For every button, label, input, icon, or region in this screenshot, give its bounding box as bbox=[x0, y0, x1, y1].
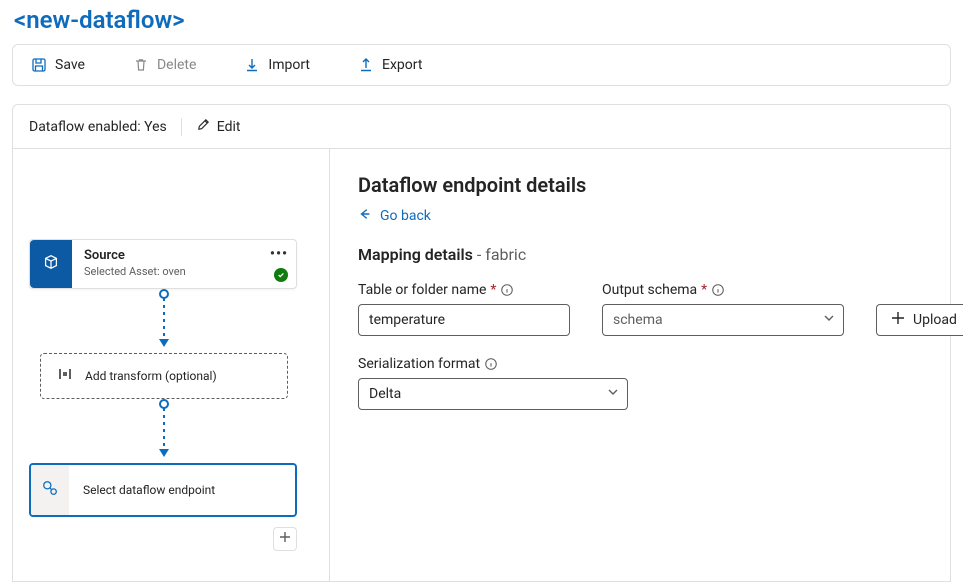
status-ok-icon bbox=[274, 268, 288, 282]
required-indicator: * bbox=[490, 282, 496, 298]
table-name-input[interactable] bbox=[358, 304, 570, 336]
info-icon[interactable] bbox=[500, 283, 514, 297]
plus-icon bbox=[279, 531, 291, 547]
save-label: Save bbox=[55, 57, 85, 73]
schema-placeholder: schema bbox=[613, 312, 663, 328]
dataflow-enabled-label: Dataflow enabled: Yes bbox=[29, 119, 167, 135]
destination-chip bbox=[31, 465, 69, 515]
dataflow-title: <new-dataflow> bbox=[14, 6, 951, 34]
format-value: Delta bbox=[369, 386, 401, 402]
import-button[interactable]: Import bbox=[234, 51, 320, 79]
save-icon bbox=[31, 57, 47, 73]
details-panel: Dataflow endpoint details Go back Mappin… bbox=[330, 149, 963, 581]
connector bbox=[29, 289, 299, 353]
destination-node[interactable]: Select dataflow endpoint bbox=[29, 463, 297, 517]
export-label: Export bbox=[382, 57, 422, 73]
endpoint-icon bbox=[41, 479, 59, 501]
info-icon[interactable] bbox=[484, 357, 498, 371]
mapping-details-sub: - fabric bbox=[473, 245, 526, 264]
export-icon bbox=[358, 57, 374, 73]
source-chip bbox=[30, 240, 72, 288]
save-button[interactable]: Save bbox=[21, 51, 95, 79]
destination-label: Select dataflow endpoint bbox=[69, 465, 295, 515]
action-toolbar: Save Delete Import Export bbox=[12, 44, 951, 86]
chevron-down-icon bbox=[823, 312, 835, 328]
divider bbox=[181, 118, 182, 136]
add-stage-button[interactable] bbox=[273, 527, 297, 551]
required-indicator: * bbox=[701, 282, 707, 298]
edit-label: Edit bbox=[217, 119, 241, 135]
edit-icon bbox=[196, 117, 211, 136]
output-schema-label: Output schema * bbox=[602, 282, 844, 298]
chevron-down-icon bbox=[607, 386, 619, 402]
output-schema-select[interactable]: schema bbox=[602, 304, 844, 336]
transform-label: Add transform (optional) bbox=[85, 369, 217, 383]
serialization-format-select[interactable]: Delta bbox=[358, 378, 628, 410]
edit-button[interactable]: Edit bbox=[196, 117, 241, 136]
arrow-left-icon bbox=[358, 207, 372, 225]
status-bar: Dataflow enabled: Yes Edit bbox=[12, 104, 951, 148]
delete-button: Delete bbox=[123, 51, 206, 79]
delete-label: Delete bbox=[157, 57, 196, 73]
source-subtitle: Selected Asset: oven bbox=[84, 265, 284, 278]
dataflow-canvas: ••• Source Selected Asset: oven bbox=[13, 149, 330, 581]
upload-label: Upload bbox=[913, 312, 957, 328]
serialization-format-label: Serialization format bbox=[358, 356, 963, 372]
import-icon bbox=[244, 57, 260, 73]
info-icon[interactable] bbox=[711, 283, 725, 297]
trash-icon bbox=[133, 57, 149, 73]
export-button[interactable]: Export bbox=[348, 51, 432, 79]
source-title: Source bbox=[84, 248, 284, 263]
workspace: ••• Source Selected Asset: oven bbox=[12, 148, 951, 582]
section-title: Mapping details - fabric bbox=[358, 245, 963, 264]
go-back-link[interactable]: Go back bbox=[358, 207, 431, 225]
details-title: Dataflow endpoint details bbox=[358, 173, 963, 197]
transform-icon bbox=[57, 366, 73, 386]
import-label: Import bbox=[268, 57, 310, 73]
connector bbox=[29, 399, 299, 463]
source-node[interactable]: ••• Source Selected Asset: oven bbox=[29, 239, 297, 289]
upload-button[interactable]: Upload bbox=[876, 304, 963, 336]
table-name-label: Table or folder name * bbox=[358, 282, 570, 298]
cube-icon bbox=[42, 253, 60, 275]
more-icon[interactable]: ••• bbox=[270, 246, 288, 262]
go-back-label: Go back bbox=[380, 208, 431, 224]
add-transform-node[interactable]: Add transform (optional) bbox=[40, 353, 288, 399]
plus-icon bbox=[891, 311, 905, 329]
mapping-details-label: Mapping details bbox=[358, 245, 473, 264]
